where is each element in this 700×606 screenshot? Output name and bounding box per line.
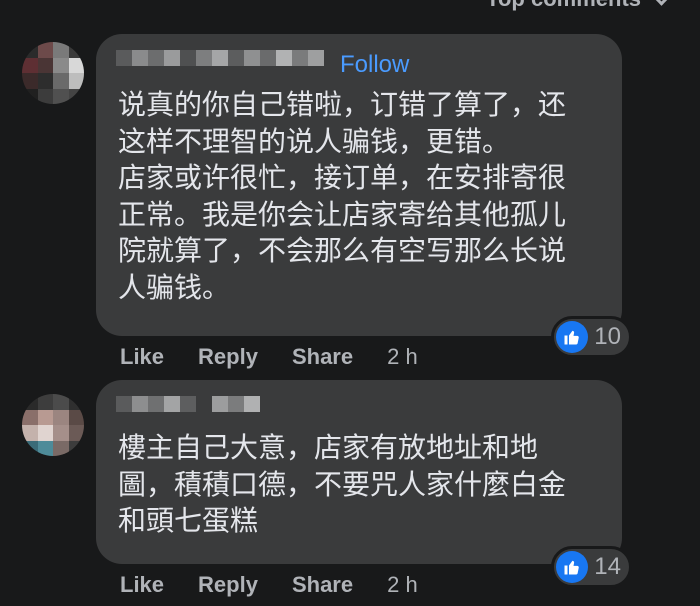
reply-button[interactable]: Reply (198, 344, 258, 370)
share-button[interactable]: Share (292, 344, 353, 370)
like-button[interactable]: Like (120, 344, 164, 370)
comment-bubble: 樓主自己大意，店家有放地址和地 圖，積積口德，不要咒人家什麼白金 和頭七蛋糕 1… (96, 380, 632, 588)
timestamp[interactable]: 2 h (387, 572, 418, 598)
comment-bubble: Follow 说真的你自己错啦，订错了算了，还 这样不理智的说人骗钱，更错。 店… (96, 34, 632, 358)
commenter-name-blurred[interactable] (116, 50, 324, 66)
sort-label: Top comments (486, 0, 641, 12)
thumbs-up-icon (556, 321, 589, 353)
follow-button[interactable]: Follow (340, 51, 409, 79)
reaction-count: 14 (594, 553, 621, 580)
reaction-summary[interactable]: 14 (551, 546, 632, 588)
comment-actions: Like Reply Share 2 h (120, 344, 418, 370)
comment-actions: Like Reply Share 2 h (120, 572, 418, 598)
reply-button[interactable]: Reply (198, 572, 258, 598)
commenter-name-blurred[interactable] (116, 396, 260, 412)
avatar[interactable] (22, 394, 84, 456)
comment-text: 说真的你自己错啦，订错了算了，还 这样不理智的说人骗钱，更错。 店家或许很忙，接… (118, 89, 567, 303)
like-button[interactable]: Like (120, 572, 164, 598)
share-button[interactable]: Share (292, 572, 353, 598)
reaction-summary[interactable]: 10 (551, 316, 632, 358)
chevron-down-icon (652, 0, 671, 6)
reaction-count: 10 (594, 323, 621, 350)
timestamp[interactable]: 2 h (387, 344, 418, 370)
thumbs-up-icon (556, 551, 589, 583)
sort-comments-dropdown[interactable]: Top comments (486, 0, 671, 12)
comment-text: 樓主自己大意，店家有放地址和地 圖，積積口德，不要咒人家什麼白金 和頭七蛋糕 (118, 432, 567, 536)
avatar[interactable] (22, 42, 84, 104)
